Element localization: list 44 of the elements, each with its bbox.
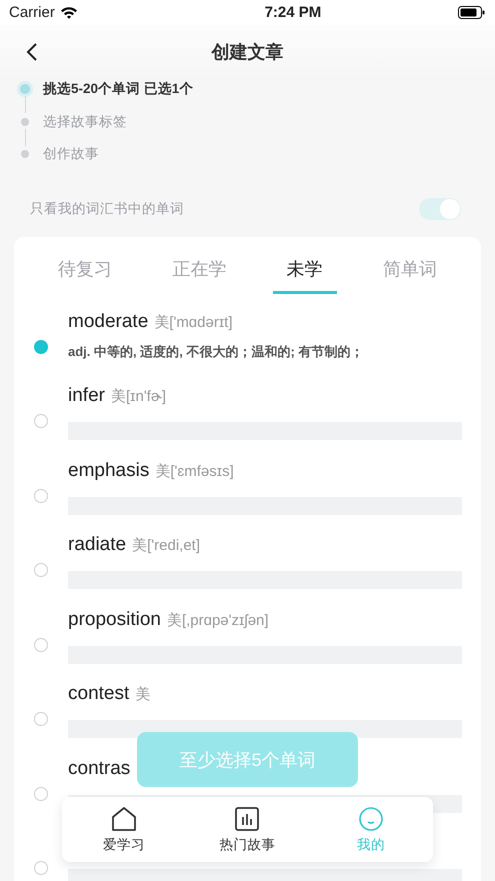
smile-icon[interactable] — [358, 806, 384, 832]
tab[interactable]: 简单词 — [368, 252, 451, 294]
chart-icon[interactable] — [234, 806, 260, 832]
wifi-icon — [60, 6, 78, 19]
word-text: contest — [68, 683, 130, 705]
step-label: 挑选5-20个单词 已选1个 — [43, 80, 194, 98]
radio-button[interactable] — [34, 340, 48, 354]
radio-button[interactable] — [34, 712, 48, 726]
word-text: radiate — [68, 534, 126, 556]
tab-bar-label[interactable]: 热门故事 — [219, 836, 276, 854]
word-text: infer — [68, 385, 105, 407]
phonetic-text: 美[ɪn'fɚ] — [110, 387, 166, 406]
tab[interactable]: 未学 — [272, 252, 337, 294]
definition-text: adj. 中等的, 适度的, 不很大的；温和的; 有节制的； — [68, 342, 364, 360]
filter-label: 只看我的词汇书中的单词 — [30, 200, 184, 218]
radio-button[interactable] — [34, 786, 48, 800]
radio-button[interactable] — [34, 414, 48, 428]
word-text: proposition — [68, 608, 161, 630]
battery-icon — [458, 6, 485, 19]
step-label: 创作故事 — [43, 145, 99, 163]
phonetic-text: 美[,prɑpə'zɪʃən] — [166, 610, 269, 630]
tab-bar-label[interactable]: 爱学习 — [102, 836, 145, 854]
word-text: moderate — [68, 310, 148, 332]
radio-button[interactable] — [34, 563, 48, 577]
carrier-label: Carrier — [9, 4, 55, 21]
phonetic-text: 美 — [135, 685, 150, 704]
home-icon[interactable] — [110, 806, 137, 832]
phonetic-text: 美['ɛmfəsɪs] — [155, 462, 234, 480]
tab[interactable]: 正在学 — [158, 252, 240, 294]
radio-button[interactable] — [34, 488, 48, 502]
toggle-switch[interactable] — [419, 198, 461, 220]
page-title: 创建文章 — [212, 41, 284, 64]
status-time: 7:24 PM — [264, 4, 322, 21]
radio-button[interactable] — [34, 861, 48, 875]
back-icon[interactable] — [26, 42, 38, 62]
phonetic-text: 美['redi,et] — [132, 536, 200, 555]
word-text: contras — [68, 758, 130, 780]
toast-message: 至少选择5个单词 — [137, 732, 358, 787]
radio-button[interactable] — [34, 638, 48, 652]
tab[interactable]: 待复习 — [44, 252, 126, 294]
phonetic-text: 美['mɑdərɪt] — [154, 312, 233, 332]
step-label: 选择故事标签 — [43, 112, 127, 130]
tab-bar-label[interactable]: 我的 — [357, 836, 386, 854]
word-text: emphasis — [68, 460, 150, 482]
